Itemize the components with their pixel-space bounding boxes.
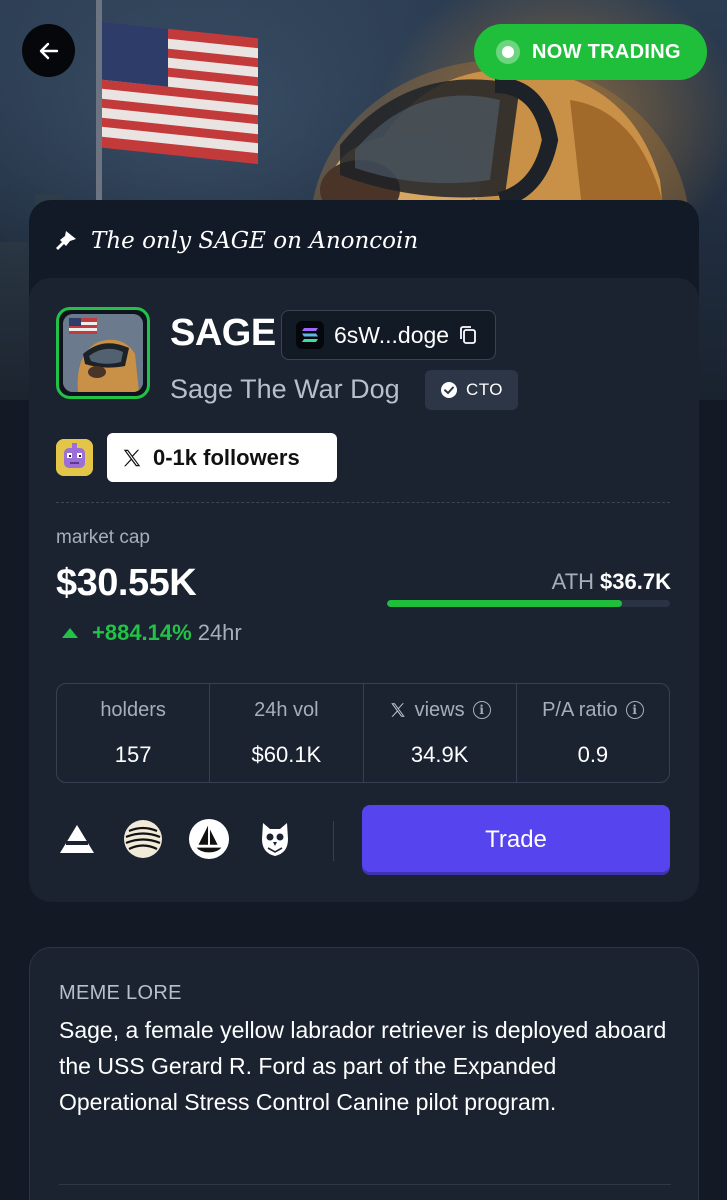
token-name: Sage The War Dog (170, 374, 400, 404)
sailboat-icon[interactable] (188, 818, 230, 860)
stat-holders: holders 157 (57, 684, 211, 782)
change-percent: +884.14% (92, 620, 192, 645)
stat-value: 0.9 (577, 741, 609, 767)
external-links (56, 818, 296, 860)
trade-button[interactable]: Trade (362, 805, 670, 875)
stat-label: views (414, 698, 465, 721)
market-cap-value: $30.55K (56, 562, 197, 604)
stat-24h-volume: 24h vol $60.1K (210, 684, 364, 782)
now-trading-badge: NOW TRADING (474, 24, 707, 80)
divider (56, 502, 670, 503)
token-card: The only SAGE on Anoncoin SAGE 6sW...dog… (29, 200, 699, 902)
creator-avatar[interactable] (56, 439, 93, 476)
x-followers-badge[interactable]: 0-1k followers (107, 433, 337, 482)
stat-x-views: views i 34.9K (364, 684, 517, 782)
contract-address-copy[interactable]: 6sW...doge (281, 310, 496, 360)
info-icon[interactable]: i (472, 701, 491, 719)
verified-check-icon (440, 382, 457, 398)
stat-label: holders (100, 698, 166, 721)
ath-progress-bar (387, 600, 670, 607)
tagline-text: The only SAGE on Anoncoin (91, 228, 419, 254)
stripes-globe-icon[interactable] (122, 818, 164, 860)
ath-progress-fill (387, 600, 623, 607)
arrow-up-icon (62, 628, 78, 638)
ath-label: ATH (551, 569, 595, 594)
stats-grid: holders 157 24h vol $60.1K views i 34.9K (56, 683, 670, 783)
market-cap-label: market cap (56, 527, 150, 548)
stat-value: $60.1K (251, 741, 322, 767)
cto-badge: CTO (425, 370, 518, 410)
token-avatar (56, 307, 150, 399)
tagline: The only SAGE on Anoncoin (53, 222, 418, 260)
x-logo-icon (123, 449, 141, 466)
meme-lore-card: MEME LORE Sage, a female yellow labrador… (29, 947, 699, 1200)
creator-avatar-image (56, 439, 93, 476)
triangle-icon[interactable] (56, 818, 98, 860)
divider (333, 821, 334, 861)
followers-label: 0-1k followers (153, 444, 300, 470)
divider (59, 1184, 671, 1185)
stat-label: P/A ratio (542, 698, 618, 721)
info-icon[interactable]: i (625, 701, 644, 719)
change-period: 24hr (197, 620, 242, 645)
cto-label: CTO (465, 380, 504, 399)
live-dot-icon (496, 40, 520, 64)
stat-value: 157 (114, 741, 152, 767)
solana-icon (296, 321, 324, 349)
owl-icon[interactable] (254, 818, 296, 860)
stat-label: 24h vol (254, 698, 319, 721)
x-logo-icon (390, 703, 405, 717)
us-flag-image (102, 21, 258, 165)
now-trading-label: NOW TRADING (532, 40, 681, 63)
lore-text: Sage, a female yellow labrador retriever… (59, 1017, 667, 1115)
token-avatar-image (63, 314, 143, 392)
ath-row: ATH $36.7K (552, 569, 671, 595)
copy-icon (460, 326, 476, 344)
arrow-left-icon (39, 42, 58, 59)
back-button[interactable] (22, 24, 75, 77)
ath-value: $36.7K (600, 569, 671, 594)
pin-icon (56, 231, 76, 250)
lore-title: MEME LORE (59, 982, 182, 1004)
stat-value: 34.9K (410, 741, 469, 767)
token-symbol: SAGE (170, 312, 276, 354)
token-details: SAGE 6sW...doge Sage The War Dog CTO 0-1… (29, 278, 699, 902)
contract-address: 6sW...doge (334, 321, 450, 348)
stat-pa-ratio: P/A ratio i 0.9 (517, 684, 669, 782)
price-change: +884.14% 24hr (62, 620, 242, 646)
